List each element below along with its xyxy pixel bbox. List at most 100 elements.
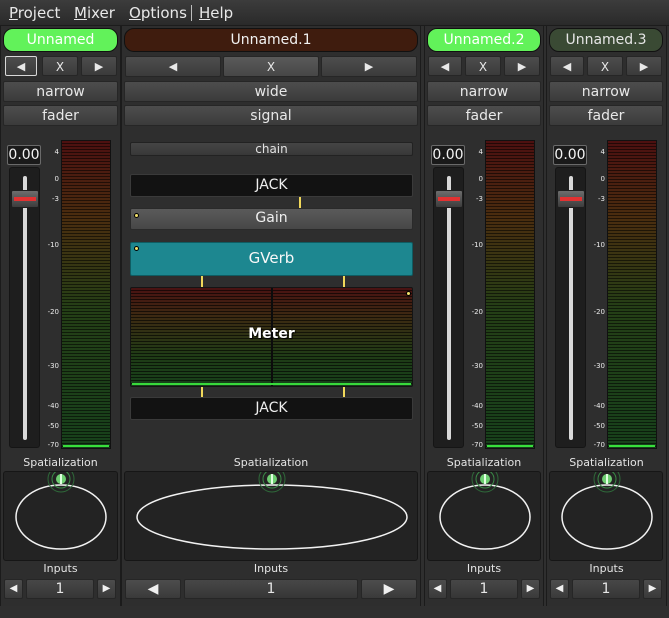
gain-value-field[interactable]: 0.00 — [7, 145, 41, 165]
width-toggle-button[interactable]: wide — [124, 81, 418, 102]
mixer-strip: Unnamed.3 ◀ X ▶ narrow fader 0.00 4 0 -3… — [546, 26, 667, 606]
scale-label: -50 — [593, 422, 605, 430]
arrow-right-icon: ▶ — [364, 60, 374, 73]
remove-strip-button[interactable]: X — [42, 56, 78, 76]
strip-name-button[interactable]: Unnamed.1 — [124, 28, 418, 52]
inputs-decrement-button[interactable]: ◀ — [428, 579, 447, 599]
module-control-dot — [134, 213, 139, 218]
spatialization-panner[interactable] — [3, 471, 118, 561]
module-meter[interactable]: Meter — [130, 287, 413, 387]
inputs-decrement-button[interactable]: ◀ — [4, 579, 23, 599]
scale-label: 4 — [54, 148, 59, 156]
arrow-left-icon: ◀ — [147, 581, 159, 597]
width-toggle-button[interactable]: narrow — [427, 81, 541, 102]
module-label: Gain — [255, 210, 288, 226]
connection-port — [343, 387, 345, 397]
close-icon: X — [600, 60, 610, 74]
arrow-left-icon: ◀ — [562, 60, 572, 73]
scale-label: -50 — [471, 422, 483, 430]
width-toggle-button[interactable]: narrow — [3, 81, 118, 102]
scale-label: 0 — [54, 175, 59, 183]
fader-handle[interactable] — [11, 190, 39, 208]
inputs-increment-button[interactable]: ▶ — [521, 579, 540, 599]
level-meter — [607, 140, 657, 449]
gain-value-field[interactable]: 0.00 — [431, 145, 465, 165]
scale-label: -40 — [593, 402, 605, 410]
level-meter — [485, 140, 535, 449]
inputs-decrement-button[interactable]: ◀ — [550, 579, 569, 599]
strip-name-button[interactable]: Unnamed.3 — [549, 28, 663, 52]
inputs-count-field[interactable]: 1 — [26, 579, 94, 599]
scale-label: -3 — [598, 195, 605, 203]
scale-label: -70 — [47, 441, 59, 449]
module-jack-input[interactable]: JACK — [130, 174, 413, 197]
scale-label: -70 — [471, 441, 483, 449]
scale-label: -30 — [593, 362, 605, 370]
inputs-increment-button[interactable]: ▶ — [643, 579, 662, 599]
strip-name-button[interactable]: Unnamed — [3, 28, 118, 52]
connection-port — [299, 197, 301, 208]
gain-fader[interactable] — [9, 167, 40, 448]
scale-label: 0 — [478, 175, 483, 183]
connection-port — [201, 387, 203, 397]
strip-name-button[interactable]: Unnamed.2 — [427, 28, 541, 52]
menu-mixer[interactable]: Mixer — [74, 4, 115, 22]
move-left-button[interactable]: ◀ — [5, 56, 37, 76]
width-toggle-button[interactable]: narrow — [549, 81, 663, 102]
scale-label: -20 — [47, 308, 59, 316]
fader-rail — [569, 176, 573, 440]
remove-strip-button[interactable]: X — [587, 56, 623, 76]
arrow-right-icon: ▶ — [517, 60, 527, 73]
menu-options[interactable]: Options — [129, 4, 187, 22]
inputs-decrement-button[interactable]: ◀ — [125, 579, 181, 599]
inputs-increment-button[interactable]: ▶ — [97, 579, 116, 599]
remove-strip-button[interactable]: X — [465, 56, 501, 76]
meter-floor — [609, 445, 655, 447]
inputs-label: Inputs — [43, 562, 78, 575]
inputs-count-field[interactable]: 1 — [184, 579, 358, 599]
close-icon: X — [266, 60, 276, 74]
close-icon: X — [478, 60, 488, 74]
spatialization-label: Spatialization — [233, 456, 309, 469]
fader-handle[interactable] — [557, 190, 585, 208]
module-control-dot — [134, 246, 139, 251]
scale-label: -10 — [47, 241, 59, 249]
fader-handle[interactable] — [435, 190, 463, 208]
move-right-button[interactable]: ▶ — [321, 56, 417, 77]
gain-fader[interactable] — [555, 167, 586, 448]
spatialization-panner[interactable] — [549, 471, 663, 561]
arrow-left-icon: ◀ — [16, 60, 26, 73]
spatialization-panner[interactable] — [427, 471, 541, 561]
view-toggle-button[interactable]: fader — [3, 105, 118, 126]
move-right-button[interactable]: ▶ — [504, 56, 540, 76]
module-jack-output[interactable]: JACK — [130, 397, 413, 420]
view-toggle-button[interactable]: signal — [124, 105, 418, 126]
spatialization-panner[interactable] — [124, 471, 418, 561]
arrow-left-icon: ◀ — [555, 583, 564, 594]
module-gverb[interactable]: GVerb — [130, 242, 413, 276]
move-right-button[interactable]: ▶ — [81, 56, 117, 76]
remove-strip-button[interactable]: X — [223, 56, 319, 77]
gain-value-field[interactable]: 0.00 — [553, 145, 587, 165]
move-left-button[interactable]: ◀ — [428, 56, 462, 76]
move-left-button[interactable]: ◀ — [125, 56, 221, 77]
move-right-button[interactable]: ▶ — [626, 56, 662, 76]
view-toggle-button[interactable]: fader — [549, 105, 663, 126]
inputs-increment-button[interactable]: ▶ — [361, 579, 417, 599]
module-gain[interactable]: Gain — [130, 208, 413, 230]
arrow-left-icon: ◀ — [433, 583, 442, 594]
move-left-button[interactable]: ◀ — [550, 56, 584, 76]
menu-project[interactable]: Project — [9, 4, 60, 22]
gain-fader[interactable] — [433, 167, 464, 448]
view-toggle-button[interactable]: fader — [427, 105, 541, 126]
spatialization-label: Spatialization — [446, 456, 522, 469]
arrow-right-icon: ▶ — [526, 583, 535, 594]
chain-tab[interactable]: chain — [130, 142, 413, 156]
scale-label: -3 — [52, 195, 59, 203]
inputs-label: Inputs — [466, 562, 502, 575]
menu-help[interactable]: Help — [199, 4, 233, 22]
scale-label: 0 — [600, 175, 605, 183]
inputs-label: Inputs — [253, 562, 289, 575]
inputs-count-field[interactable]: 1 — [450, 579, 518, 599]
inputs-count-field[interactable]: 1 — [572, 579, 640, 599]
